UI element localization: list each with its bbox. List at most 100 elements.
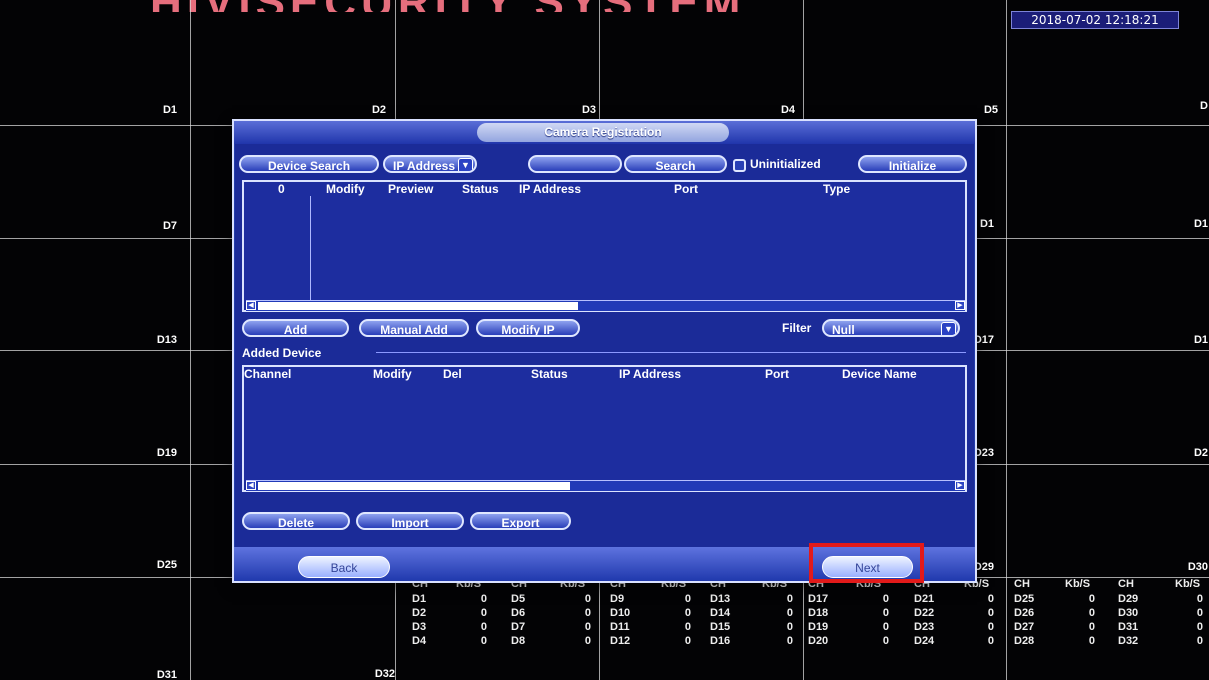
bitrate-value: 0 <box>480 635 487 647</box>
bitrate-header: CH <box>1014 578 1030 590</box>
col-header-modify: Modify <box>326 182 365 196</box>
bitrate-value: 0 <box>684 593 691 605</box>
bitrate-channel: D3 <box>412 621 427 633</box>
delete-button[interactable]: Delete <box>242 512 350 530</box>
horizontal-scrollbar[interactable]: ◀ ▶ <box>246 300 965 311</box>
bitrate-channel: D17 <box>808 593 829 605</box>
scroll-right-icon[interactable]: ▶ <box>955 481 965 490</box>
search-input[interactable] <box>528 155 622 173</box>
bitrate-channel: D12 <box>610 635 631 647</box>
bitrate-channel: D5 <box>511 593 526 605</box>
bitrate-channel: D20 <box>808 635 829 647</box>
chevron-down-icon: ▼ <box>458 158 473 171</box>
col-header-port: Port <box>674 182 698 196</box>
bitrate-channel: D24 <box>914 635 935 647</box>
bitrate-channel: D31 <box>1118 621 1139 633</box>
col-header-index: 0 <box>278 182 285 196</box>
bitrate-value: 0 <box>1196 621 1203 633</box>
scrollbar-thumb[interactable] <box>258 482 570 490</box>
scroll-left-icon[interactable]: ◀ <box>246 301 256 310</box>
bitrate-channel: D18 <box>808 607 829 619</box>
col-header-ip-address: IP Address <box>519 182 582 196</box>
added-device-header: Channel Modify Del Status IP Address Por… <box>244 367 965 381</box>
bitrate-value: 0 <box>684 607 691 619</box>
bitrate-channel: D2 <box>412 607 427 619</box>
bitrate-channel: D10 <box>610 607 631 619</box>
bitrate-channel: D23 <box>914 621 935 633</box>
bitrate-value: 0 <box>786 607 793 619</box>
scroll-right-icon[interactable]: ▶ <box>955 301 965 310</box>
dvr-live-view-screen: HIVISECURITY SYSTEM 2018-07-02 12:18:21 … <box>0 0 1209 680</box>
camera-label: D4 <box>780 104 795 116</box>
bitrate-value: 0 <box>1196 607 1203 619</box>
col-header-modify: Modify <box>373 367 412 381</box>
camera-label: D32 <box>374 668 395 680</box>
next-button-highlight <box>809 543 924 583</box>
import-button[interactable]: Import <box>356 512 464 530</box>
uninitialized-label: Uninitialized <box>750 157 821 171</box>
modify-ip-button[interactable]: Modify IP <box>476 319 580 337</box>
bitrate-value: 0 <box>584 621 591 633</box>
bitrate-value: 0 <box>786 635 793 647</box>
manual-add-button[interactable]: Manual Add <box>359 319 469 337</box>
col-header-status: Status <box>531 367 568 381</box>
bitrate-value: 0 <box>684 635 691 647</box>
camera-label: D <box>1200 100 1208 112</box>
bitrate-value: 0 <box>684 621 691 633</box>
search-results-header: 0 Modify Preview Status IP Address Port … <box>244 182 965 196</box>
add-button[interactable]: Add <box>242 319 349 337</box>
camera-label: D30 <box>1187 561 1208 573</box>
camera-label: D5 <box>983 104 998 116</box>
bitrate-channel: D15 <box>710 621 731 633</box>
initialize-button[interactable]: Initialize <box>858 155 967 173</box>
bitrate-value: 0 <box>1196 635 1203 647</box>
bitrate-value: 0 <box>480 593 487 605</box>
column-divider <box>310 196 311 300</box>
search-button[interactable]: Search <box>624 155 727 173</box>
added-device-label: Added Device <box>242 346 322 360</box>
bitrate-value: 0 <box>987 635 994 647</box>
bitrate-value: 0 <box>987 593 994 605</box>
ip-address-select-label: IP Address <box>393 159 456 173</box>
timestamp: 2018-07-02 12:18:21 <box>1011 11 1179 29</box>
col-header-type: Type <box>823 182 851 196</box>
scrollbar-thumb[interactable] <box>258 302 578 310</box>
col-header-delete: Del <box>443 367 462 381</box>
bitrate-value: 0 <box>1088 635 1095 647</box>
camera-label: D25 <box>156 559 177 571</box>
camera-label: D1 <box>162 104 177 116</box>
uninitialized-checkbox[interactable] <box>733 159 746 172</box>
filter-select[interactable]: Null ▼ <box>822 319 960 337</box>
bitrate-channel: D21 <box>914 593 935 605</box>
camera-label: D1 <box>1193 334 1208 346</box>
back-button[interactable]: Back <box>298 556 390 578</box>
bitrate-header: Kb/S <box>1175 578 1201 590</box>
bitrate-header: CH <box>1118 578 1134 590</box>
camera-label: D19 <box>156 447 177 459</box>
bitrate-value: 0 <box>1196 593 1203 605</box>
col-header-channel: Channel <box>244 367 292 381</box>
bitrate-channel: D19 <box>808 621 829 633</box>
device-search-button[interactable]: Device Search <box>239 155 379 173</box>
bitrate-header: Kb/S <box>1065 578 1091 590</box>
bitrate-channel: D26 <box>1014 607 1035 619</box>
search-results-table: 0 Modify Preview Status IP Address Port … <box>242 180 967 312</box>
camera-label: D1 <box>1193 218 1208 230</box>
bitrate-value: 0 <box>480 607 487 619</box>
bitrate-channel: D27 <box>1014 621 1035 633</box>
bitrate-channel: D29 <box>1118 593 1139 605</box>
camera-label: D7 <box>162 220 177 232</box>
scroll-left-icon[interactable]: ◀ <box>246 481 256 490</box>
camera-label: D2 <box>371 104 386 116</box>
dialog-title: Camera Registration <box>477 123 729 142</box>
camera-label: D31 <box>156 669 177 680</box>
bitrate-channel: D25 <box>1014 593 1035 605</box>
section-divider <box>376 352 966 353</box>
camera-label: D3 <box>581 104 596 116</box>
bitrate-panel: CH Kb/S CH Kb/S CH Kb/S CH Kb/S CH Kb/S … <box>408 578 1209 660</box>
col-header-ip-address: IP Address <box>619 367 682 381</box>
export-button[interactable]: Export <box>470 512 571 530</box>
camera-registration-dialog: Camera Registration Device Search IP Add… <box>232 119 977 583</box>
ip-address-select[interactable]: IP Address ▼ <box>383 155 477 173</box>
horizontal-scrollbar[interactable]: ◀ ▶ <box>246 480 965 491</box>
